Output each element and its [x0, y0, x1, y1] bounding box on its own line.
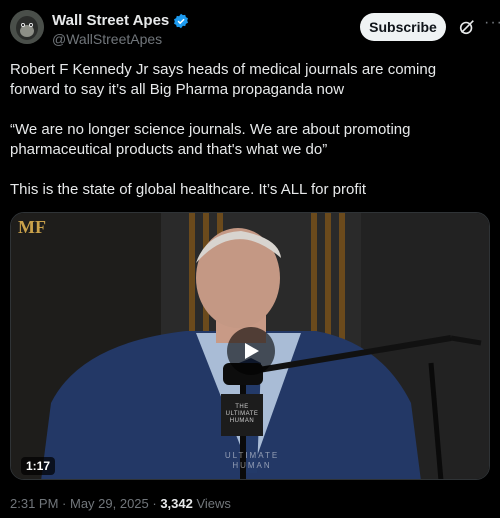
grok-icon[interactable] — [458, 18, 476, 36]
author-name[interactable]: Wall Street Apes — [52, 12, 169, 29]
views-label: Views — [192, 496, 231, 511]
tweet-paragraph: This is the state of global healthcare. … — [10, 181, 367, 198]
name-row: Wall Street Apes — [52, 12, 189, 29]
author-handle[interactable]: @WallStreetApes — [52, 31, 162, 47]
tweet-time[interactable]: 2:31 PM — [10, 496, 58, 511]
views-count: 3,342 — [160, 496, 193, 511]
tweet-meta: 2:31 PM · May 29, 2025 · 3,342 Views — [10, 496, 231, 511]
tweet-paragraph: Robert F Kennedy Jr says heads of medica… — [10, 61, 437, 98]
more-icon[interactable]: ··· — [484, 15, 500, 36]
play-button[interactable] — [227, 327, 275, 375]
video-watermark: ULTIMATE HUMAN — [224, 451, 280, 470]
video-player[interactable]: MF THE ULTIMATE HUMAN ULTIMATE HUMAN 1:1… — [10, 212, 490, 480]
mic-flag-label: THE ULTIMATE HUMAN — [221, 394, 263, 436]
meta-separator: · — [148, 496, 161, 511]
play-icon — [245, 343, 259, 359]
tweet-header: Wall Street Apes @WallStreetApes Subscri… — [10, 10, 500, 50]
subscribe-button[interactable]: Subscribe — [360, 13, 446, 41]
channel-logo: MF — [18, 217, 46, 237]
tweet-date[interactable]: May 29, 2025 — [70, 496, 149, 511]
verified-badge-icon — [174, 13, 189, 28]
tweet-text: Robert F Kennedy Jr says heads of medica… — [10, 60, 490, 220]
tweet-paragraph: “We are no longer science journals. We a… — [10, 121, 411, 158]
meta-separator: · — [58, 496, 70, 511]
avatar[interactable] — [10, 10, 44, 44]
video-duration: 1:17 — [21, 457, 56, 475]
ape-avatar-icon — [10, 10, 44, 44]
